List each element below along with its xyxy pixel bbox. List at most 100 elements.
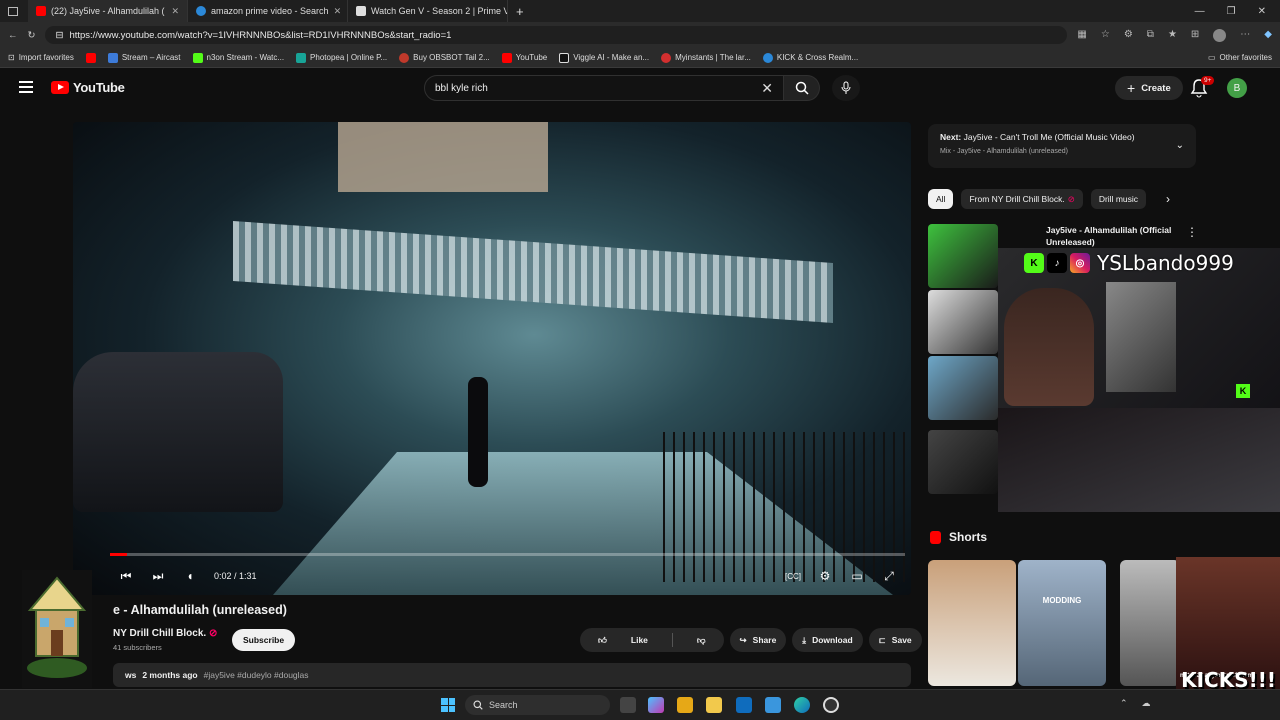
tab-actions-icon[interactable] [8,6,18,16]
next-icon[interactable]: ⏭ [142,563,174,589]
up-next-card[interactable]: Next: Jay5ive - Can't Troll Me (Official… [928,124,1196,168]
other-favorites[interactable]: ▭ Other favorites [1208,53,1272,62]
chevron-right-icon[interactable]: › [1166,192,1170,206]
bookmark-item[interactable] [85,52,96,63]
profile-avatar[interactable] [1213,28,1227,42]
bookmark-aircast[interactable]: Stream – Aircast [107,52,181,63]
extensions-icon[interactable]: ⚙ [1124,29,1133,42]
bookmark-obsbot[interactable]: Buy OBSBOT Tail 2... [399,52,490,63]
video-player[interactable] [73,122,911,595]
theater-mode-icon[interactable]: ▭ [841,563,873,589]
tab-bing[interactable]: amazon prime video - Search ✕ [188,0,348,22]
edge-browser-icon[interactable] [794,697,810,713]
more-menu-icon[interactable]: ⋯ [1240,29,1250,42]
search-input[interactable]: bbl kyle rich ✕ [424,75,784,101]
settings-gear-icon[interactable]: ⚙ [809,563,841,589]
user-avatar[interactable]: B [1227,78,1247,98]
chevron-down-icon[interactable]: ⌄ [1176,140,1184,151]
captions-icon[interactable]: [CC] [777,563,809,589]
store-icon[interactable] [677,697,693,713]
windows-start-icon[interactable] [441,698,455,712]
bookmark-kick[interactable]: KICK & Cross Realm... [762,52,858,63]
url-field[interactable]: ⊟ https://www.youtube.com/watch?v=1IVHRN… [45,26,1068,44]
minimize-icon[interactable]: — [1195,6,1205,17]
search-icon [473,700,483,710]
youtube-logo[interactable]: YouTube [51,80,125,95]
recommended-thumbnail[interactable] [928,356,998,420]
like-button[interactable]: 👍︎ Like [580,628,666,652]
close-tab-icon[interactable]: ✕ [334,6,342,17]
photos-icon[interactable] [765,697,781,713]
tray-chevron-icon[interactable]: ⌃ [1120,698,1128,709]
bookmark-viggle[interactable]: Viggle AI - Make an... [559,52,649,63]
file-explorer-icon[interactable] [706,697,722,713]
chip-all[interactable]: All [928,189,954,209]
save-button[interactable]: ⊏ Save [868,628,922,652]
bookmark-photopea[interactable]: Photopea | Online P... [296,52,387,63]
split-screen-icon[interactable]: ⧉ [1147,29,1154,42]
more-vertical-icon[interactable]: ⋮ [1186,225,1198,239]
copilot-taskbar-icon[interactable] [648,697,664,713]
bookmark-label: YouTube [515,53,548,62]
subscribe-button[interactable]: Subscribe [232,629,296,651]
short-thumbnail[interactable] [1120,560,1180,686]
chip-drill-music[interactable]: Drill music [1090,189,1147,209]
download-icon: ⤓ [802,634,807,645]
webcam-overlay: K ♪ ◎ YSLbando999 K [998,248,1280,512]
new-tab-button[interactable]: + [508,0,536,22]
collections-icon[interactable]: ⊞ [1191,29,1199,42]
clear-search-icon[interactable]: ✕ [761,80,773,97]
previous-icon[interactable]: ⏮ [110,563,142,589]
bookmark-youtube[interactable]: YouTube [501,52,548,63]
share-button[interactable]: ↪ Share [729,628,787,652]
recommended-title[interactable]: Jay5ive - Alhamdulilah (Official Unrelea… [1046,224,1186,248]
copilot-icon[interactable]: ◆ [1264,29,1272,42]
hashtags[interactable]: #jay5ive #dudeylo #douglas [204,670,309,680]
channel-name[interactable]: NY Drill Chill Block. ⊘ [113,628,217,639]
bookmark-n3on[interactable]: n3on Stream - Watc... [192,52,284,63]
chip-channel[interactable]: From NY Drill Chill Block. ⊘ [961,189,1083,209]
obs-icon[interactable] [823,697,839,713]
tab-prime[interactable]: Watch Gen V - Season 2 | Prime V ✕ [348,0,508,22]
favorite-star-icon[interactable]: ☆ [1101,29,1110,42]
refresh-icon[interactable]: ↻ [28,30,36,41]
close-tab-icon[interactable]: ✕ [171,6,179,17]
site-info-icon[interactable]: ⊟ [55,30,63,41]
recommended-thumbnail[interactable] [928,290,998,354]
download-button[interactable]: ⤓ Download [792,628,863,652]
volume-icon[interactable]: ◖ [174,563,206,589]
bookmark-label: Import favorites [18,53,74,62]
bookmark-import[interactable]: ⊡ Import favorites [8,53,74,62]
up-next-subtitle: Mix - Jay5ive - Alhamdulilah (unreleased… [940,148,1068,155]
create-button[interactable]: + Create [1115,76,1183,100]
sidebar-toggle[interactable] [0,0,28,22]
maximize-icon[interactable]: ❐ [1227,6,1236,17]
search-button[interactable] [784,75,820,101]
short-thumbnail[interactable] [928,560,1016,686]
tab-youtube-label: (22) Jay5ive - Alhamdulilah ( [51,6,165,16]
close-window-icon[interactable]: ✕ [1258,6,1266,17]
dislike-button[interactable]: 👎︎ [679,628,724,652]
reader-view-icon[interactable]: ▦ [1077,29,1086,42]
voice-search-button[interactable] [832,75,860,101]
notification-count-badge: 9+ [1201,76,1215,85]
taskbar-search[interactable]: Search [465,695,610,715]
video-scaffolding [233,221,833,323]
favorites-icon[interactable]: ★ [1168,29,1177,42]
bookmark-myinstants[interactable]: Myinstants | The lar... [661,52,751,63]
youtube-favicon-icon [501,52,512,63]
kick-favicon-icon [192,52,203,63]
short-thumbnail[interactable]: MODDING [1018,560,1106,686]
description-box[interactable]: ws 2 months ago #jay5ive #dudeylo #dougl… [113,663,911,687]
video-progress-bar[interactable] [110,553,905,556]
menu-icon[interactable] [19,81,33,93]
task-view-icon[interactable] [620,697,636,713]
tab-youtube[interactable]: (22) Jay5ive - Alhamdulilah ( ✕ [28,0,188,22]
back-icon[interactable]: ← [8,30,18,41]
progress-played [110,553,128,556]
outlook-icon[interactable] [736,697,752,713]
cloud-icon[interactable]: ☁ [1142,698,1151,709]
fullscreen-icon[interactable]: ⤢ [873,563,905,589]
recommended-thumbnail[interactable] [928,430,998,494]
recommended-thumbnail[interactable] [928,224,998,288]
